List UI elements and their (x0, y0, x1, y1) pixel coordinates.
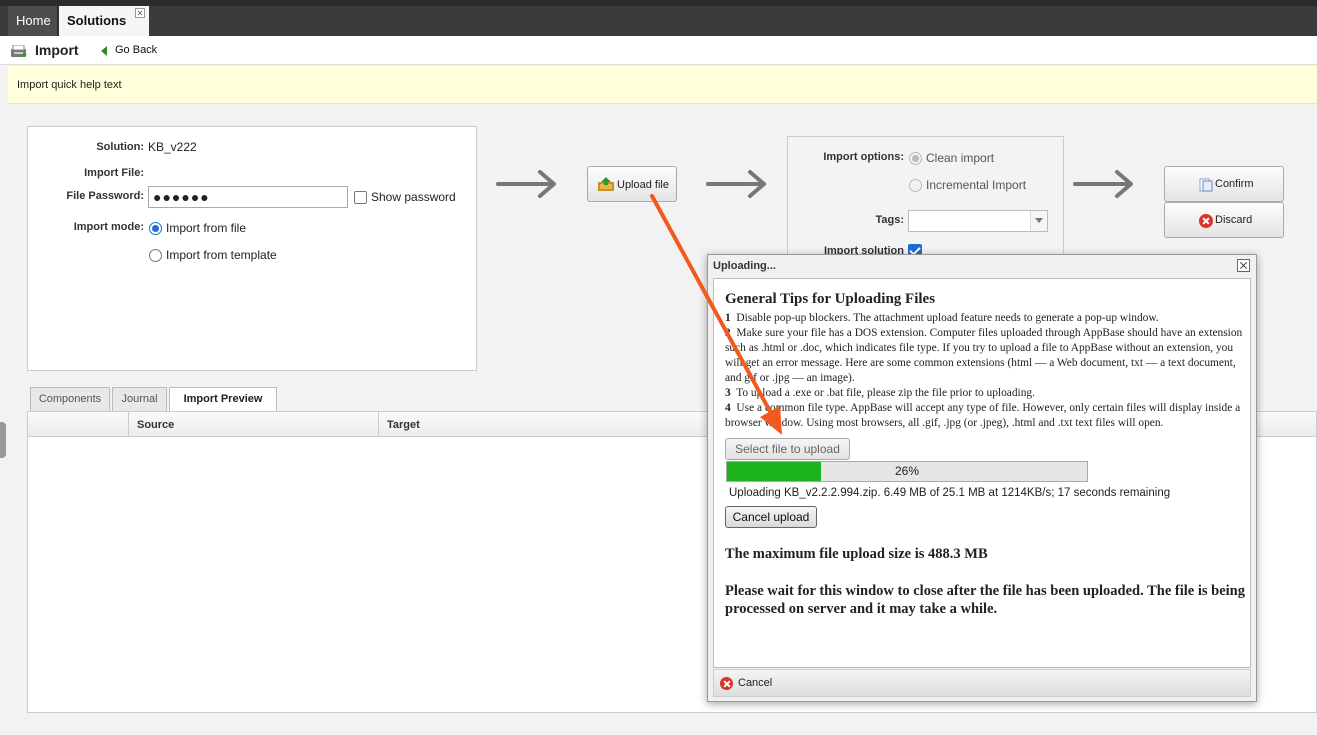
import-icon (11, 45, 27, 57)
go-back-icon[interactable] (101, 46, 107, 56)
flow-arrow-icon (1073, 170, 1133, 198)
max-size-text: The maximum file upload size is 488.3 MB (725, 546, 988, 562)
tab-home[interactable]: Home (8, 6, 58, 36)
tips-list: 1 Disable pop-up blockers. The attachmen… (725, 311, 1245, 431)
tab-close-icon[interactable]: ✕ (135, 8, 145, 18)
dialog-cancel-button[interactable]: Cancel (738, 677, 772, 689)
solution-label: Solution: (96, 141, 144, 153)
dialog-title: Uploading... (713, 260, 776, 272)
upload-status: Uploading KB_v2.2.2.994.zip. 6.49 MB of … (729, 487, 1171, 499)
file-password-label: File Password: (66, 190, 144, 202)
discard-label: Discard (1215, 214, 1253, 226)
import-from-template-label[interactable]: Import from template (166, 248, 277, 262)
discard-icon (1199, 214, 1213, 228)
upload-icon (598, 177, 614, 191)
import-from-file-radio[interactable] (149, 222, 162, 235)
tab-solutions-label: Solutions (67, 13, 127, 28)
confirm-label: Confirm (1215, 178, 1254, 190)
tags-label: Tags: (875, 214, 904, 226)
clean-import-label: Clean import (926, 151, 995, 165)
tip-item: 2 Make sure your file has a DOS extensio… (725, 327, 1243, 384)
upload-file-button[interactable]: Upload file (587, 166, 677, 202)
side-panel-handle[interactable] (0, 422, 6, 458)
tip-item: 3 To upload a .exe or .bat file, please … (725, 387, 1035, 399)
subtab-components[interactable]: Components (30, 387, 110, 411)
flow-arrow-icon (496, 170, 556, 198)
upload-progress-bar: 26% (726, 461, 1088, 482)
solution-value: KB_v222 (148, 140, 197, 154)
help-bar: Import quick help text (8, 66, 1317, 104)
subtab-journal[interactable]: Journal (112, 387, 167, 411)
import-from-file-label[interactable]: Import from file (166, 221, 246, 235)
import-mode-label: Import mode: (73, 221, 144, 233)
dialog-footer: Cancel (713, 669, 1251, 697)
upload-dialog: Uploading... General Tips for Uploading … (707, 254, 1257, 702)
show-password-label[interactable]: Show password (371, 190, 456, 204)
import-options-panel: Import options: Clean import Incremental… (787, 136, 1064, 264)
column-source[interactable]: Source (128, 412, 378, 437)
clean-import-radio[interactable] (909, 152, 922, 165)
import-options-label: Import options: (823, 151, 904, 163)
import-file-label: Import File: (84, 167, 144, 179)
subtab-import-preview[interactable]: Import Preview (169, 387, 277, 412)
progress-percent: 26% (894, 464, 920, 478)
go-back-button[interactable]: Go Back (115, 44, 157, 56)
tags-select[interactable] (908, 210, 1048, 232)
upload-file-label: Upload file (617, 179, 669, 191)
select-file-button[interactable]: Select file to upload (725, 438, 850, 460)
flow-arrow-icon (706, 170, 766, 198)
confirm-icon (1199, 178, 1213, 192)
tips-title: General Tips for Uploading Files (725, 291, 936, 307)
tip-item: 4 Use a common file type. AppBase will a… (725, 402, 1241, 429)
dialog-close-icon[interactable] (1237, 259, 1250, 272)
cancel-icon[interactable] (720, 677, 733, 690)
chevron-down-icon (1030, 211, 1047, 231)
wait-text: Please wait for this window to close aft… (725, 583, 1245, 617)
help-text: Import quick help text (17, 79, 122, 91)
file-password-input[interactable]: ●●●●●● (148, 186, 348, 208)
tab-bar: Home Solutions ✕ (0, 6, 1317, 36)
page-title: Import (35, 42, 79, 58)
cancel-upload-button[interactable]: Cancel upload (725, 506, 817, 528)
incremental-import-radio[interactable] (909, 179, 922, 192)
tab-solutions[interactable]: Solutions ✕ (59, 6, 149, 36)
column-target[interactable]: Target (378, 412, 708, 437)
toolbar: Import Go Back (0, 36, 1317, 65)
discard-button[interactable]: Discard (1164, 202, 1284, 238)
confirm-button[interactable]: Confirm (1164, 166, 1284, 202)
incremental-import-label: Incremental Import (926, 178, 1027, 192)
dialog-body: General Tips for Uploading Files 1 Disab… (713, 278, 1251, 668)
show-password-checkbox[interactable] (354, 191, 367, 204)
import-from-template-radio[interactable] (149, 249, 162, 262)
import-form-panel: Solution: KB_v222 Import File: File Pass… (27, 126, 477, 371)
tip-item: 1 Disable pop-up blockers. The attachmen… (725, 312, 1159, 324)
